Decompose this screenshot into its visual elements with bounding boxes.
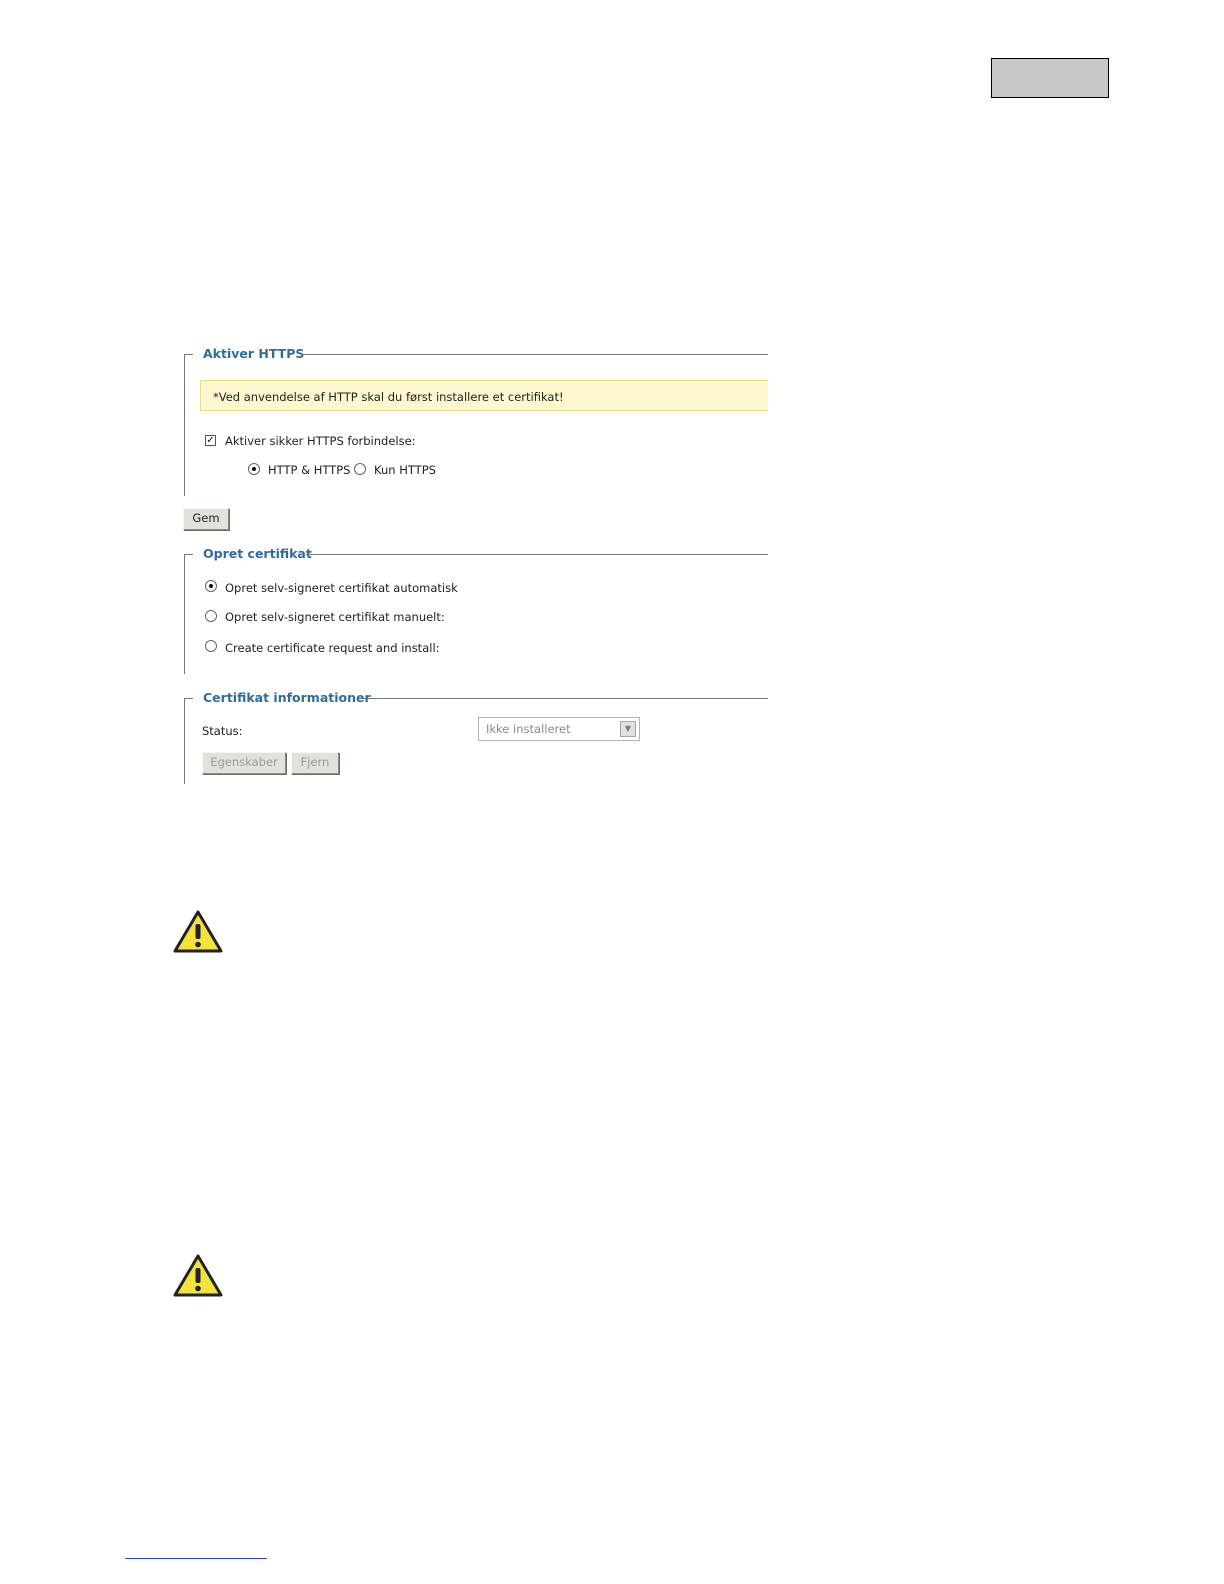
warning-triangle-icon [173, 1254, 223, 1297]
save-button[interactable]: Gem [183, 508, 229, 530]
https-only-radio[interactable] [354, 463, 366, 475]
status-label: Status: [202, 724, 243, 738]
https-notice: *Ved anvendelse af HTTP skal du først in… [200, 380, 768, 411]
status-select[interactable]: Ikke installeret ▼ [478, 717, 640, 741]
enable-https-checkbox[interactable]: ✓ [205, 435, 216, 446]
enable-https-label: Aktiver sikker HTTPS forbindelse: [225, 434, 416, 448]
warning-triangle-icon [173, 910, 223, 953]
chevron-down-icon[interactable]: ▼ [620, 721, 636, 737]
cert-request-radio[interactable] [205, 640, 217, 652]
cert-manual-label: Opret selv-signeret certifikat manuelt: [225, 610, 445, 624]
https-legend: Aktiver HTTPS [203, 346, 305, 361]
footer-link-underline[interactable] [125, 1558, 267, 1559]
http-https-radio[interactable] [248, 463, 260, 475]
https-only-label: Kun HTTPS [374, 463, 436, 477]
cert-info-legend: Certifikat informationer [203, 690, 371, 705]
page-number-tab [991, 58, 1109, 98]
cert-request-label: Create certificate request and install: [225, 641, 440, 655]
cert-manual-radio[interactable] [205, 610, 217, 622]
cert-auto-radio[interactable] [205, 580, 217, 592]
remove-button[interactable]: Fjern [291, 752, 339, 774]
properties-button[interactable]: Egenskaber [202, 752, 286, 774]
cert-auto-label: Opret selv-signeret certifikat automatis… [225, 581, 458, 595]
http-https-label: HTTP & HTTPS [268, 463, 351, 477]
cert-create-legend: Opret certifikat [203, 546, 312, 561]
status-select-value: Ikke installeret [486, 722, 571, 736]
